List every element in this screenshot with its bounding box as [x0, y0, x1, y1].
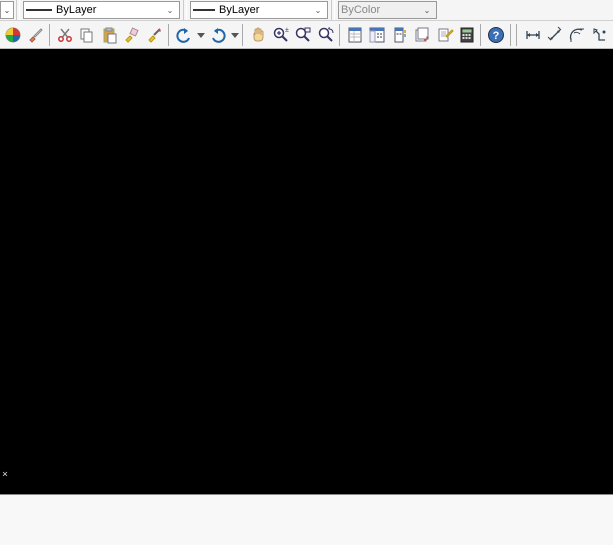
linetype-dropdown[interactable]: ByLayer ⌄	[23, 1, 180, 19]
paste-icon[interactable]	[99, 23, 121, 47]
lineweight-dropdown[interactable]: ByLayer ⌄	[190, 1, 328, 19]
chevron-down-icon: ⌄	[311, 6, 325, 15]
standard-toolbar: ±	[0, 21, 613, 49]
linear-dimension-icon[interactable]	[521, 23, 543, 47]
undo-dropdown[interactable]	[195, 23, 206, 47]
paint-format-icon[interactable]	[121, 23, 143, 47]
zoom-window-icon[interactable]	[292, 23, 314, 47]
separator	[339, 24, 342, 46]
help-icon[interactable]: ?	[485, 23, 507, 47]
tool-palettes-icon[interactable]	[389, 23, 411, 47]
linetype-swatch	[26, 9, 52, 11]
properties-bar: ⌄ ByLayer ⌄ ByLayer ⌄ ByColor ⌄	[0, 0, 613, 21]
drawing-viewport[interactable]: ×	[0, 49, 613, 494]
aligned-dimension-icon[interactable]	[544, 23, 566, 47]
leading-dropdown-caret[interactable]: ⌄	[0, 1, 14, 19]
ordinate-dimension-icon[interactable]	[589, 23, 611, 47]
linetype-label: ByLayer	[56, 4, 163, 16]
copy-icon[interactable]	[76, 23, 98, 47]
cursor-marker: ×	[2, 469, 8, 480]
separator	[183, 0, 187, 20]
brush-icon[interactable]	[24, 23, 46, 47]
zoom-previous-icon[interactable]	[314, 23, 336, 47]
lineweight-label: ByLayer	[219, 4, 311, 16]
color-wheel-icon[interactable]	[2, 23, 24, 47]
zoom-realtime-icon[interactable]: ±	[270, 23, 292, 47]
cut-icon[interactable]	[54, 23, 76, 47]
sheet-set-icon[interactable]	[411, 23, 433, 47]
separator	[516, 24, 519, 46]
separator	[168, 24, 171, 46]
properties-palette-icon[interactable]	[344, 23, 366, 47]
command-line[interactable]	[0, 494, 613, 545]
separator	[331, 0, 335, 20]
separator	[480, 24, 483, 46]
plotstyle-dropdown[interactable]: ByColor ⌄	[338, 1, 437, 19]
chevron-down-icon: ⌄	[420, 6, 434, 15]
separator	[16, 0, 20, 20]
design-center-icon[interactable]	[366, 23, 388, 47]
pan-icon[interactable]	[247, 23, 269, 47]
arc-length-icon[interactable]	[566, 23, 588, 47]
chevron-down-icon: ⌄	[163, 6, 177, 15]
redo-dropdown[interactable]	[229, 23, 240, 47]
match-properties-icon[interactable]	[143, 23, 165, 47]
svg-text:±: ±	[285, 27, 289, 34]
lineweight-swatch	[193, 9, 215, 11]
calculator-icon[interactable]	[456, 23, 478, 47]
undo-button[interactable]	[173, 23, 195, 47]
svg-text:?: ?	[493, 30, 500, 42]
separator	[510, 24, 513, 46]
redo-button[interactable]	[207, 23, 229, 47]
markup-icon[interactable]	[433, 23, 455, 47]
separator	[49, 24, 52, 46]
separator	[242, 24, 245, 46]
plotstyle-label: ByColor	[341, 4, 420, 16]
